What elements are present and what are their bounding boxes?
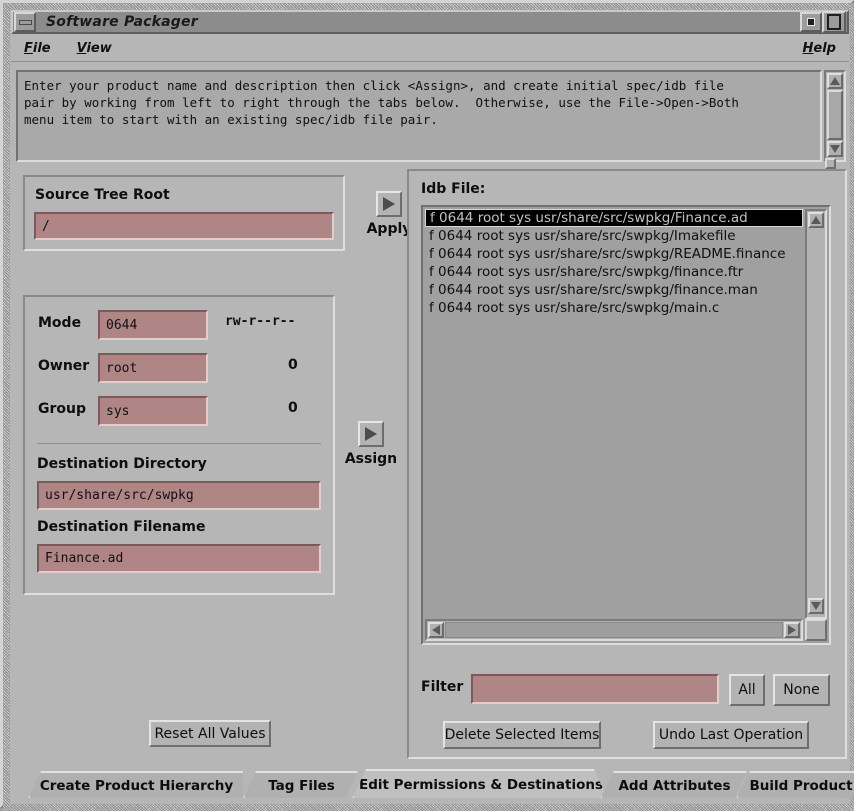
maximize-button[interactable]: [800, 12, 822, 32]
list-item[interactable]: f 0644 root sys usr/share/src/swpkg/fina…: [425, 263, 803, 281]
menu-help[interactable]: Help: [790, 39, 849, 58]
window-border-right: [850, 3, 854, 811]
play-arrow-icon: [365, 427, 377, 441]
tab-edit-permissions-destinations[interactable]: Edit Permissions & Destinations: [352, 769, 608, 799]
undo-last-operation-button[interactable]: Undo Last Operation: [653, 721, 809, 749]
instructions-resize-grip[interactable]: [825, 158, 836, 169]
menu-file-mnemonic: F: [24, 41, 33, 56]
menu-view-rest: iew: [86, 41, 111, 56]
idb-list-frame: f 0644 root sys usr/share/src/swpkg/Fina…: [421, 205, 831, 645]
idb-list-horizontal-scrollbar[interactable]: [425, 619, 803, 641]
destination-directory-label: Destination Directory: [37, 456, 207, 472]
instructions-scrollbar[interactable]: [824, 70, 846, 162]
menu-file[interactable]: File: [11, 39, 64, 58]
tab-add-attributes[interactable]: Add Attributes: [600, 771, 747, 799]
triangle-up: [830, 77, 840, 85]
scroll-left-arrow-icon[interactable]: [428, 622, 444, 638]
filter-input[interactable]: [471, 674, 719, 704]
window-title: Software Packager: [36, 14, 800, 30]
maximize-icon: [807, 18, 815, 26]
menu-view-mnemonic: V: [77, 41, 87, 56]
owner-input[interactable]: root: [98, 353, 208, 383]
tabstrip-underline: [14, 798, 846, 801]
tab-tag-files[interactable]: Tag Files: [243, 771, 358, 799]
list-item[interactable]: f 0644 root sys usr/share/src/swpkg/Imak…: [425, 227, 803, 245]
menu-help-rest: elp: [813, 41, 836, 56]
scroll-down-arrow-icon[interactable]: [827, 141, 843, 157]
play-arrow-icon: [383, 197, 395, 211]
destination-filename-input[interactable]: Finance.ad: [37, 544, 321, 573]
scroll-up-arrow-icon[interactable]: [827, 73, 843, 89]
permissions-group: Mode 0644 rw-r--r-- Owner root 0 Group s…: [23, 295, 335, 595]
list-item[interactable]: f 0644 root sys usr/share/src/swpkg/Fina…: [425, 209, 803, 227]
restore-button[interactable]: [822, 11, 846, 33]
triangle-left: [432, 625, 440, 635]
software-packager-window: Software Packager File View Help Enter y…: [0, 0, 854, 808]
group-label: Group: [38, 401, 86, 417]
mode-input[interactable]: 0644: [98, 310, 208, 340]
owner-label: Owner: [38, 358, 89, 374]
idb-vscroll-trough[interactable]: [807, 229, 825, 597]
menu-help-mnemonic: H: [803, 41, 814, 56]
triangle-up: [811, 216, 821, 224]
window-titlebar[interactable]: Software Packager: [11, 10, 849, 34]
idb-file-list[interactable]: f 0644 root sys usr/share/src/swpkg/Fina…: [425, 209, 803, 619]
minimize-button[interactable]: [14, 12, 36, 32]
window-border-top: [3, 3, 854, 10]
tab-build-product[interactable]: Build Product: [736, 771, 854, 799]
triangle-right: [788, 625, 796, 635]
permissions-divider: [37, 443, 321, 444]
source-tree-root-group: Source Tree Root /: [23, 175, 345, 251]
menu-file-rest: ile: [33, 41, 51, 56]
owner-uid-value: 0: [288, 357, 298, 373]
triangle-down: [811, 602, 821, 610]
mode-label: Mode: [38, 315, 81, 331]
menu-view[interactable]: View: [64, 39, 125, 58]
idb-list-vertical-scrollbar[interactable]: [805, 209, 827, 619]
apply-button[interactable]: [376, 191, 402, 217]
reset-all-values-button[interactable]: Reset All Values: [149, 720, 271, 747]
source-tree-root-label: Source Tree Root: [35, 187, 170, 203]
list-item[interactable]: f 0644 root sys usr/share/src/swpkg/READ…: [425, 245, 803, 263]
restore-icon: [827, 14, 841, 30]
triangle-down: [830, 145, 840, 153]
assign-button[interactable]: [358, 421, 384, 447]
list-item[interactable]: f 0644 root sys usr/share/src/swpkg/fina…: [425, 281, 803, 299]
menubar: File View Help: [11, 36, 849, 62]
select-all-button[interactable]: All: [729, 674, 765, 706]
select-none-button[interactable]: None: [773, 674, 830, 706]
instructions-text: Enter your product name and description …: [16, 70, 822, 162]
idb-list-resize-corner[interactable]: [805, 619, 827, 641]
group-gid-value: 0: [288, 400, 298, 416]
idb-hscroll-trough[interactable]: [445, 622, 783, 638]
instructions-area: Enter your product name and description …: [14, 68, 846, 168]
tab-create-product-hierarchy[interactable]: Create Product Hierarchy: [28, 771, 243, 799]
mode-symbolic-value: rw-r--r--: [225, 314, 295, 329]
destination-directory-input[interactable]: usr/share/src/swpkg: [37, 481, 321, 510]
list-item[interactable]: f 0644 root sys usr/share/src/swpkg/main…: [425, 299, 803, 317]
tabstrip: Create Product Hierarchy Tag Files Edit …: [14, 769, 846, 799]
source-tree-root-input[interactable]: /: [34, 212, 334, 240]
group-input[interactable]: sys: [98, 396, 208, 426]
idb-file-title: Idb File:: [421, 181, 485, 197]
minimize-icon: [19, 20, 32, 25]
delete-selected-items-button[interactable]: Delete Selected Items: [443, 721, 601, 749]
scroll-up-arrow-icon[interactable]: [808, 212, 824, 228]
scroll-down-arrow-icon[interactable]: [808, 598, 824, 614]
scroll-right-arrow-icon[interactable]: [784, 622, 800, 638]
assign-label: Assign: [343, 451, 399, 467]
instructions-scroll-thumb[interactable]: [827, 90, 843, 140]
destination-filename-label: Destination Filename: [37, 519, 205, 535]
assign-control: Assign: [343, 421, 399, 467]
filter-label: Filter: [421, 679, 463, 695]
window-border-left: [3, 3, 10, 811]
